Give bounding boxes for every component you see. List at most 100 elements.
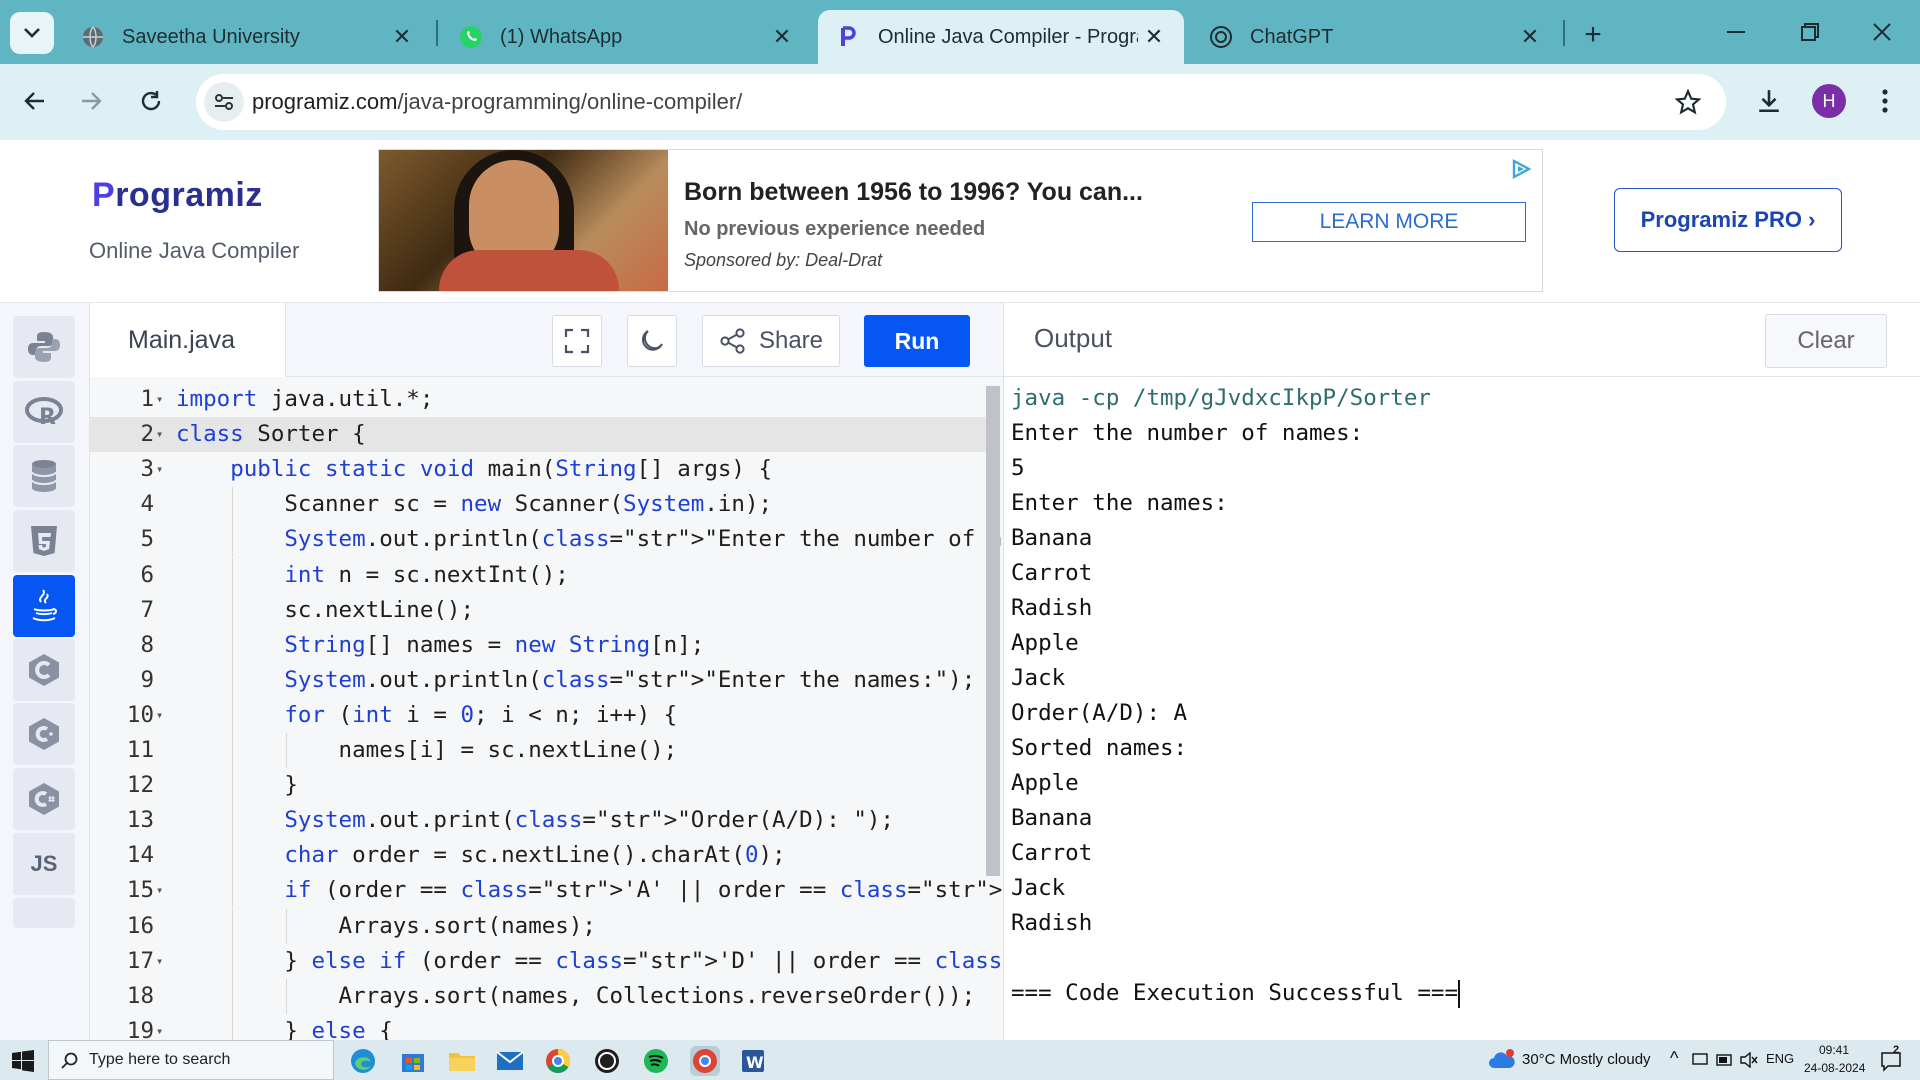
close-icon[interactable]: ✕ [766,21,798,53]
code-line[interactable]: 1 ▾ import java.util.*; [90,382,990,417]
battery-icon[interactable] [1716,1053,1734,1067]
code-line[interactable]: 4 Scanner sc = new Scanner(System.in); [90,487,990,523]
file-explorer-icon[interactable] [447,1046,477,1076]
python-icon[interactable] [13,316,75,378]
fold-toggle-icon[interactable]: ▾ [156,873,163,908]
tab-search-button[interactable] [10,12,54,54]
code-line[interactable]: 6 int n = sc.nextInt(); [90,557,990,593]
dark-mode-button[interactable] [627,315,677,367]
tab-saveetha[interactable]: Saveetha University ✕ [62,10,432,64]
code-text: Arrays.sort(names, Collections.reverseOr… [176,982,976,1009]
code-editor[interactable]: ▲ 1▾import java.util.*;2▾class Sorter {3… [90,377,1003,1040]
ad-choices-icon[interactable] [1508,156,1534,182]
code-line[interactable]: 15 ▾ if (order == class="str">'A' || orde… [90,873,1003,909]
fullscreen-icon [564,328,590,354]
editor-scrollbar[interactable] [986,386,1000,876]
csharp-icon[interactable] [13,768,75,830]
output-console[interactable]: java -cp /tmp/gJvdxcIkpP/Sorter Enter the… [1003,377,1920,1040]
file-tab-main-java[interactable]: Main.java [90,303,286,377]
network-icon[interactable] [1692,1052,1710,1068]
new-tab-button[interactable]: + [1574,16,1612,54]
restore-button[interactable] [1780,12,1840,52]
html5-icon[interactable] [13,510,75,572]
site-settings-icon[interactable] [204,82,244,122]
code-line[interactable]: 14 char order = sc.nextLine().charAt(0); [90,838,990,874]
code-line[interactable]: 2 ▾ class Sorter { [90,417,990,453]
code-line[interactable]: 7 sc.nextLine(); [90,592,990,628]
code-line[interactable]: 10 ▾ for (int i = 0; i < n; i++) { [90,697,990,733]
sql-icon[interactable] [13,445,75,507]
run-button[interactable]: Run [864,315,970,367]
fold-toggle-icon[interactable]: ▾ [156,944,163,979]
code-line[interactable]: 18 Arrays.sort(names, Collections.revers… [90,978,990,1014]
r-icon[interactable]: R [13,381,75,443]
whatsapp-taskbar-icon[interactable] [592,1046,622,1076]
microsoft-store-icon[interactable] [398,1046,428,1076]
clock-time[interactable]: 09:41 [1819,1043,1849,1057]
code-line[interactable]: 12 } [90,768,990,804]
chrome-icon[interactable] [543,1046,573,1076]
java-icon[interactable] [13,575,75,637]
code-line[interactable]: 19 ▾ } else { [90,1013,990,1040]
address-bar[interactable]: programiz.com/java-programming/online-co… [196,74,1726,130]
programiz-pro-button[interactable]: Programiz PRO › [1614,188,1842,252]
show-hidden-icons[interactable]: ^ [1670,1048,1678,1069]
close-icon[interactable]: ✕ [1514,21,1546,53]
url-text[interactable]: programiz.com/java-programming/online-co… [252,89,742,115]
fullscreen-button[interactable] [552,315,602,367]
spotify-icon[interactable] [641,1046,671,1076]
language-indicator[interactable]: ENG [1766,1051,1794,1066]
edge-icon[interactable] [348,1046,378,1076]
code-line[interactable]: 3 ▾ public static void main(String[] args… [90,452,990,487]
programiz-logo[interactable]: Programiz [92,176,263,215]
js-icon[interactable]: JS [13,833,75,895]
tab-whatsapp[interactable]: (1) WhatsApp ✕ [440,10,812,64]
windows-start-icon[interactable] [12,1050,34,1072]
ad-learn-more-button[interactable]: LEARN MORE [1252,202,1526,242]
line-number: 5 [140,526,154,553]
language-sidebar: R JS [0,303,90,1040]
c-icon[interactable] [13,639,75,701]
share-button[interactable]: Share [702,315,840,367]
code-line[interactable]: 8 String[] names = new String[n]; [90,627,990,663]
minimize-button[interactable] [1706,12,1766,52]
logo-mark: P [92,176,116,214]
close-icon[interactable]: ✕ [386,21,418,53]
clock-date[interactable]: 24-08-2024 [1804,1061,1865,1075]
more-languages[interactable] [13,898,75,928]
fold-toggle-icon[interactable]: ▾ [156,1014,163,1040]
close-icon[interactable]: ✕ [1138,21,1170,53]
tab-chatgpt[interactable]: ChatGPT ✕ [1190,10,1560,64]
bookmark-star-icon[interactable] [1672,86,1704,118]
fold-toggle-icon[interactable]: ▾ [156,452,163,487]
back-button[interactable] [14,80,56,122]
code-line[interactable]: 9 System.out.println(class="str">"Enter … [90,662,990,698]
output-line: Banana [1011,525,1093,551]
clear-button[interactable]: Clear [1765,314,1887,368]
word-icon[interactable]: W [738,1046,768,1076]
advertisement-banner[interactable]: Born between 1956 to 1996? You can... No… [378,149,1543,292]
downloads-button[interactable] [1748,80,1790,122]
code-line[interactable]: 5 System.out.println(class="str">"Enter … [90,522,1003,558]
mail-icon[interactable] [495,1046,525,1076]
fold-toggle-icon[interactable]: ▾ [156,417,163,452]
weather-text[interactable]: 30°C Mostly cloudy [1522,1051,1651,1068]
volume-muted-icon[interactable] [1740,1052,1758,1068]
tab-programiz[interactable]: Online Java Compiler - Program ✕ [818,10,1184,64]
code-line[interactable]: 16 Arrays.sort(names); [90,908,990,944]
chrome-profile-icon[interactable] [690,1046,720,1076]
reload-button[interactable] [130,80,172,122]
profile-avatar[interactable]: H [1812,84,1846,118]
cpp-icon[interactable] [13,703,75,765]
fold-toggle-icon[interactable]: ▾ [156,382,163,417]
code-line[interactable]: 17 ▾ } else if (order == class="str">'D' … [90,943,1003,979]
forward-button[interactable] [70,80,112,122]
taskbar-search[interactable]: Type here to search [48,1040,334,1080]
code-line[interactable]: 11 names[i] = sc.nextLine(); [90,733,990,769]
output-line: Radish [1011,595,1093,621]
close-window-button[interactable] [1852,12,1912,52]
fold-toggle-icon[interactable]: ▾ [156,698,163,733]
output-line: Radish [1011,910,1093,936]
browser-menu-button[interactable] [1864,80,1906,122]
code-line[interactable]: 13 System.out.print(class="str">"Order(A… [90,803,990,839]
